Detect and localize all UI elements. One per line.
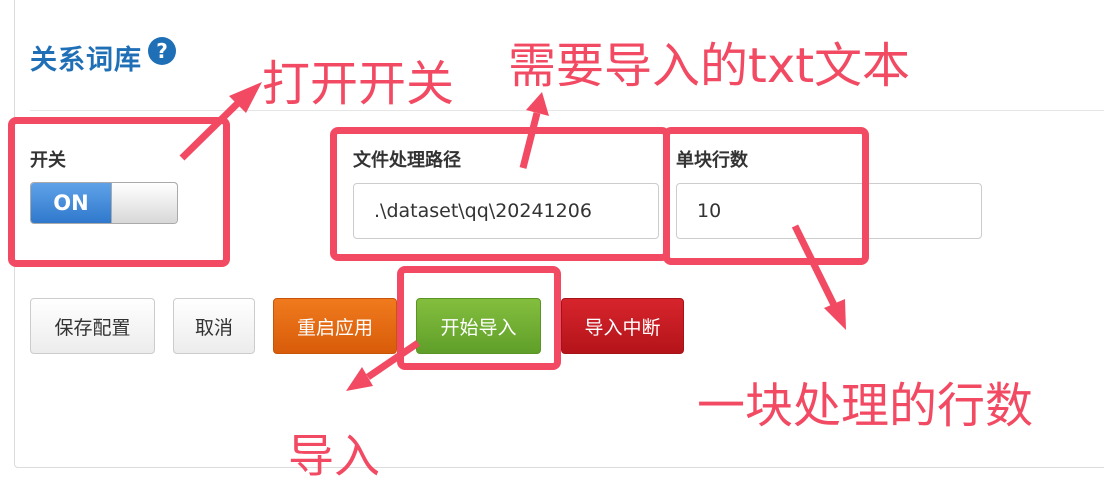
file-annotation: 需要导入的txt文本 xyxy=(508,38,911,94)
rows-annotation: 一块处理的行数 xyxy=(697,378,1034,434)
file-arrow xyxy=(519,112,541,169)
import-annotation: 导入 xyxy=(288,429,380,483)
rows-arrow xyxy=(791,224,838,307)
import-arrow xyxy=(366,340,420,380)
switch-annotation: 打开开关 xyxy=(262,56,455,112)
switch-arrow xyxy=(179,100,241,161)
